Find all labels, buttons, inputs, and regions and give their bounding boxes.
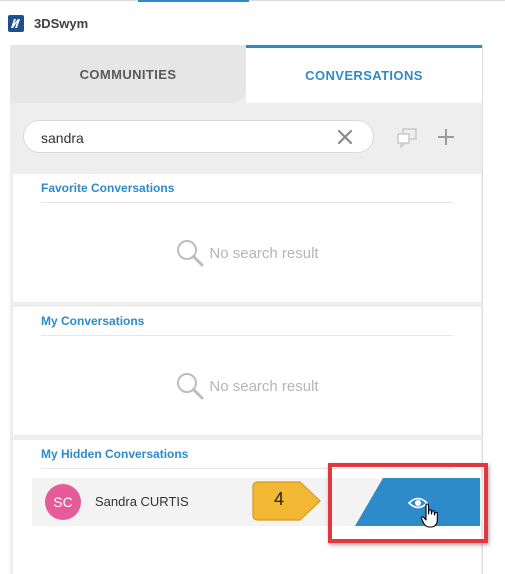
section-title: My Conversations (41, 314, 145, 328)
avatar: SC (45, 484, 81, 520)
topbar-border (0, 0, 505, 1)
section-my-conversations: My Conversations No search result (13, 307, 481, 435)
contact-name: Sandra CURTIS (95, 494, 189, 509)
search-icon (177, 240, 204, 267)
empty-state: No search result (13, 371, 481, 401)
3ds-logo-icon (8, 15, 24, 32)
search-icon (177, 373, 204, 400)
empty-state: No search result (13, 238, 481, 268)
empty-message: No search result (209, 244, 319, 262)
active-app-indicator (138, 0, 249, 2)
tab-communities[interactable]: COMMUNITIES (10, 45, 246, 103)
section-title: My Hidden Conversations (41, 447, 189, 461)
step-number: 4 (273, 489, 284, 509)
section-favorite-conversations: Favorite Conversations No search result (13, 174, 481, 302)
search-input[interactable] (39, 127, 333, 149)
app-title: 3DSwym (34, 16, 89, 31)
new-group-conversation-icon[interactable] (396, 128, 418, 148)
close-icon[interactable] (337, 129, 353, 145)
tab-conversations[interactable]: CONVERSATIONS (246, 45, 482, 103)
section-divider (41, 202, 453, 203)
section-divider (41, 335, 453, 336)
empty-message: No search result (209, 377, 319, 395)
plus-icon[interactable] (435, 126, 457, 148)
search-field[interactable] (23, 120, 374, 153)
section-title: Favorite Conversations (41, 181, 175, 195)
highlight-box (328, 463, 488, 543)
